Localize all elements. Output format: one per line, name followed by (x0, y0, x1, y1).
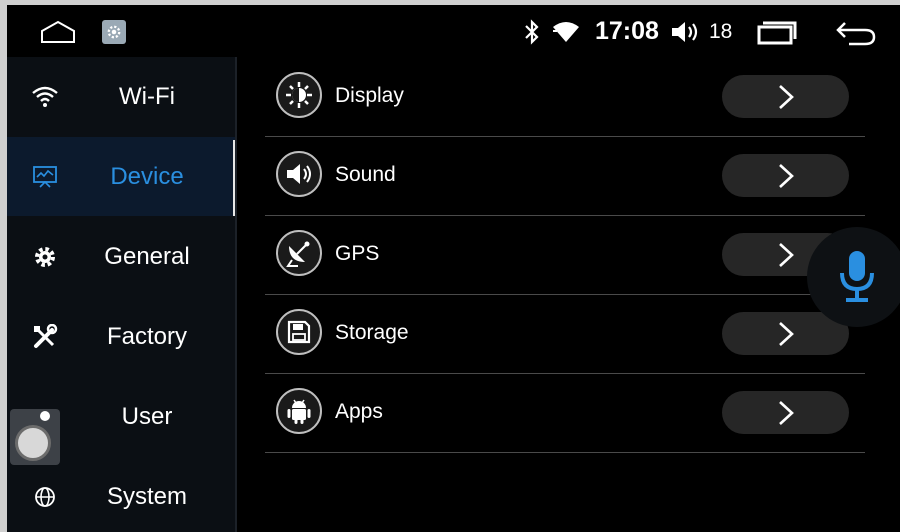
chevron-right-icon (778, 84, 794, 109)
sidebar-item-system[interactable]: System (7, 457, 235, 532)
assistive-ring-icon (15, 425, 51, 461)
settings-icon[interactable] (102, 20, 126, 44)
list-item-apps[interactable]: Apps (265, 373, 865, 453)
gear-icon (31, 243, 59, 271)
sidebar-item-label: Wi-Fi (119, 82, 175, 110)
volume-level: 18 (709, 20, 733, 43)
floppy-disk-icon (276, 309, 322, 355)
assistive-touch-button[interactable] (10, 409, 60, 465)
wifi-icon (31, 83, 59, 111)
open-sound-button[interactable] (722, 154, 849, 197)
sidebar-divider (235, 57, 237, 532)
list-item-label: Sound (335, 163, 396, 186)
microphone-icon (840, 251, 874, 302)
sidebar-item-device[interactable]: Device (7, 137, 235, 216)
home-icon[interactable] (40, 19, 76, 45)
open-apps-button[interactable] (722, 391, 849, 434)
list-item-label: Storage (335, 321, 409, 344)
user-icon-dot (40, 411, 50, 421)
clock-time: 17:08 (595, 17, 659, 45)
sidebar-item-factory[interactable]: Factory (7, 297, 235, 376)
chevron-right-icon (778, 163, 794, 188)
satellite-dish-icon (276, 230, 322, 276)
sidebar-item-label: Factory (106, 322, 187, 350)
chevron-right-icon (778, 242, 794, 267)
list-item-label: GPS (335, 242, 380, 265)
voice-assistant-button[interactable] (807, 227, 900, 327)
chevron-right-icon (778, 321, 794, 346)
sidebar-item-label: User (121, 402, 173, 430)
bluetooth-icon (522, 19, 542, 50)
sidebar-item-label: General (104, 242, 190, 270)
speaker-icon (276, 151, 322, 197)
android-icon (276, 388, 322, 434)
recents-icon[interactable] (757, 21, 797, 50)
list-item-label: Display (335, 84, 404, 107)
volume-icon[interactable] (670, 20, 704, 49)
list-item-gps[interactable]: GPS (265, 215, 865, 295)
list-item-display[interactable]: Display (265, 57, 865, 137)
tools-icon (31, 323, 59, 351)
globe-icon (31, 483, 59, 511)
wifi-signal-icon (551, 21, 581, 48)
list-item-sound[interactable]: Sound (265, 136, 865, 216)
sidebar-item-label: System (106, 482, 187, 510)
sidebar-item-label: Device (110, 162, 184, 190)
sidebar-item-general[interactable]: General (7, 217, 235, 296)
open-display-button[interactable] (722, 75, 849, 118)
back-icon[interactable] (835, 20, 877, 51)
chevron-right-icon (778, 400, 794, 425)
device-monitor-icon (31, 163, 59, 191)
status-bar: 17:08 18 (7, 5, 900, 57)
list-item-storage[interactable]: Storage (265, 294, 865, 374)
sidebar-item-wifi[interactable]: Wi-Fi (7, 57, 235, 136)
list-item-label: Apps (335, 400, 383, 423)
settings-screen: 17:08 18 Wi-Fi Device General Factory Us… (7, 5, 900, 532)
brightness-icon (276, 72, 322, 118)
